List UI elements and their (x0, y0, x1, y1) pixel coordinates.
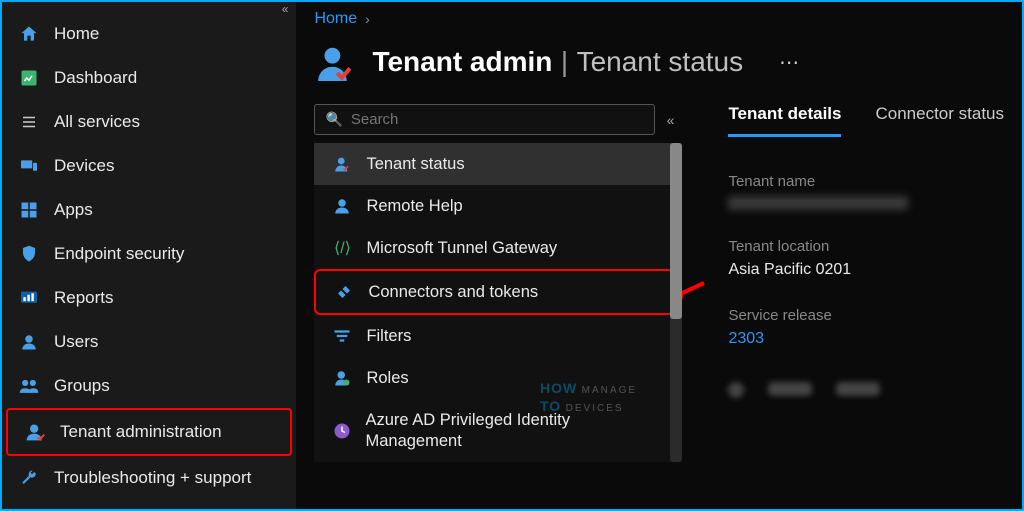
tab-tenant-details[interactable]: Tenant details (728, 104, 841, 137)
pim-icon (332, 421, 351, 441)
scrollbar[interactable] (670, 143, 682, 462)
nav-label: Home (54, 24, 99, 44)
nav-users[interactable]: Users (2, 320, 296, 364)
nav-endpoint-security[interactable]: Endpoint security (2, 232, 296, 276)
nav-label: Reports (54, 288, 114, 308)
breadcrumb-home[interactable]: Home (314, 10, 357, 28)
field-service-release: Service release 2303 (728, 307, 1004, 348)
page-title-group: Tenant admin | Tenant status (372, 46, 743, 78)
menu-label: Tenant status (366, 155, 464, 174)
nav-label: All services (54, 112, 140, 132)
menu-tunnel-gateway[interactable]: ⟨/⟩ Microsoft Tunnel Gateway (314, 227, 674, 269)
submenu-column: 🔍 « Tenant status Remote Help (314, 104, 674, 509)
menu-remote-help[interactable]: Remote Help (314, 185, 674, 227)
service-release-value[interactable]: 2303 (728, 330, 1004, 348)
collapse-sidebar-icon[interactable]: « (282, 2, 289, 16)
wrench-icon (18, 467, 40, 489)
apps-icon (18, 199, 40, 221)
tenant-admin-icon (314, 42, 354, 82)
shield-icon (18, 243, 40, 265)
tenant-name-value-redacted (728, 196, 908, 210)
filter-icon (332, 326, 352, 346)
left-sidebar: « Home Dashboard All services Devices Ap… (2, 2, 296, 509)
nav-label: Tenant administration (60, 422, 222, 442)
collapse-menu-icon[interactable]: « (667, 112, 675, 128)
groups-icon (18, 375, 40, 397)
nav-label: Endpoint security (54, 244, 184, 264)
nav-label: Users (54, 332, 98, 352)
dashboard-icon (18, 67, 40, 89)
more-actions-icon[interactable]: ⋯ (779, 50, 799, 75)
home-icon (18, 23, 40, 45)
main-pane: Home › Tenant admin | Tenant status ⋯ 🔍 … (296, 2, 1022, 509)
menu-roles[interactable]: Roles (314, 357, 674, 399)
nav-apps[interactable]: Apps (2, 188, 296, 232)
menu-connectors-tokens[interactable]: Connectors and tokens (314, 269, 674, 315)
nav-groups[interactable]: Groups (2, 364, 296, 408)
devices-icon (18, 155, 40, 177)
menu-filters[interactable]: Filters (314, 315, 674, 357)
field-tenant-location: Tenant location Asia Pacific 0201 (728, 238, 1004, 279)
search-icon: 🔍 (325, 111, 342, 128)
menu-label: Microsoft Tunnel Gateway (366, 239, 557, 258)
nav-devices[interactable]: Devices (2, 144, 296, 188)
roles-icon (332, 368, 352, 388)
user-icon (18, 331, 40, 353)
reports-icon (18, 287, 40, 309)
connector-icon (334, 282, 354, 302)
details-column: Tenant details Connector status Tenant n… (674, 104, 1004, 509)
tab-bar: Tenant details Connector status (728, 104, 1004, 143)
menu-label: Remote Help (366, 197, 462, 216)
scrollbar-thumb[interactable] (670, 143, 682, 319)
tenant-location-value: Asia Pacific 0201 (728, 261, 1004, 279)
tab-connector-status[interactable]: Connector status (875, 104, 1004, 137)
tenant-location-label: Tenant location (728, 238, 1004, 255)
breadcrumb: Home › (314, 2, 1004, 34)
tenant-icon (24, 421, 46, 443)
list-icon (18, 111, 40, 133)
redacted-row (728, 382, 1004, 398)
page-header: Tenant admin | Tenant status ⋯ (314, 34, 1004, 104)
menu-label: Filters (366, 327, 411, 346)
service-release-label: Service release (728, 307, 1004, 324)
submenu-list: Tenant status Remote Help ⟨/⟩ Microsoft … (314, 143, 674, 462)
tenant-status-icon (332, 154, 352, 174)
menu-label: Roles (366, 369, 408, 388)
nav-all-services[interactable]: All services (2, 100, 296, 144)
page-title: Tenant admin (372, 46, 552, 77)
nav-label: Apps (54, 200, 93, 220)
menu-label: Azure AD Privileged Identity Management (365, 410, 656, 451)
menu-label: Connectors and tokens (368, 283, 538, 302)
nav-troubleshooting[interactable]: Troubleshooting + support (2, 456, 296, 500)
nav-tenant-administration[interactable]: Tenant administration (6, 408, 292, 456)
nav-home[interactable]: Home (2, 12, 296, 56)
tenant-name-label: Tenant name (728, 173, 1004, 190)
search-input[interactable] (351, 111, 644, 128)
remote-help-icon (332, 196, 352, 216)
menu-tenant-status[interactable]: Tenant status (314, 143, 674, 185)
page-subtitle: Tenant status (577, 46, 744, 77)
nav-label: Devices (54, 156, 114, 176)
menu-azure-ad-pim[interactable]: Azure AD Privileged Identity Management (314, 399, 674, 462)
chevron-right-icon: › (365, 11, 370, 27)
nav-label: Groups (54, 376, 110, 396)
nav-reports[interactable]: Reports (2, 276, 296, 320)
search-box[interactable]: 🔍 (314, 104, 654, 135)
nav-dashboard[interactable]: Dashboard (2, 56, 296, 100)
tunnel-icon: ⟨/⟩ (332, 238, 352, 258)
nav-label: Troubleshooting + support (54, 468, 251, 488)
nav-label: Dashboard (54, 68, 137, 88)
field-tenant-name: Tenant name (728, 173, 1004, 210)
